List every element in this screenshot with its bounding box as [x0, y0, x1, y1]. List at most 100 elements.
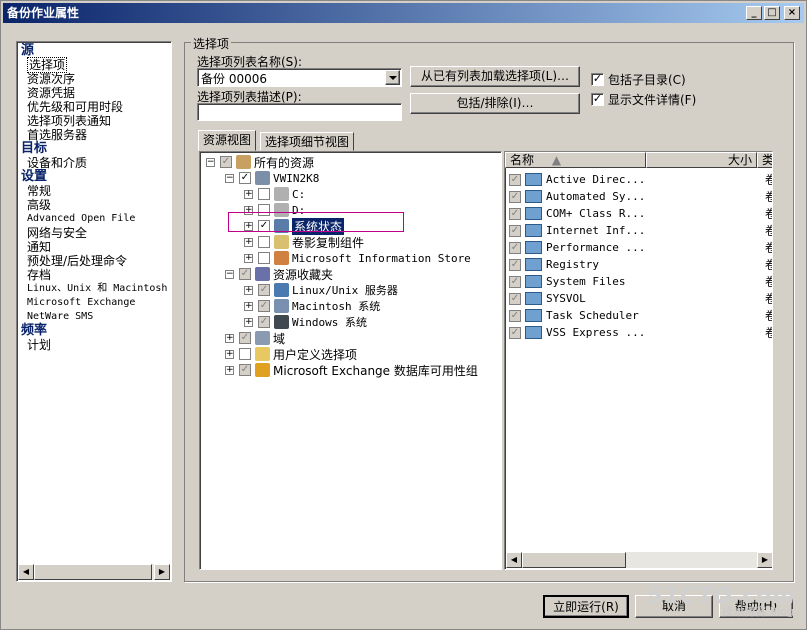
- list-horizontal-scrollbar[interactable]: ◀ ▶: [506, 552, 772, 568]
- list-row[interactable]: ✓ System Files 卷: [509, 273, 772, 290]
- row-checkbox[interactable]: ✓: [509, 241, 521, 254]
- collapse-icon[interactable]: −: [206, 157, 215, 167]
- row-checkbox[interactable]: ✓: [509, 326, 521, 339]
- list-row[interactable]: ✓ Internet Inf... 卷: [509, 222, 772, 239]
- expand-icon[interactable]: +: [244, 189, 253, 199]
- scroll-thumb[interactable]: [34, 564, 152, 580]
- row-checkbox[interactable]: ✓: [509, 173, 521, 186]
- expand-icon[interactable]: +: [244, 253, 253, 263]
- list-row[interactable]: ✓ SYSVOL 卷: [509, 290, 772, 307]
- nav-item[interactable]: NetWare SMS: [21, 310, 171, 324]
- list-row[interactable]: ✓ Active Direc... 卷: [509, 171, 772, 188]
- tree-node-exchange-dag[interactable]: + Microsoft Exchange 数据库可用性组: [225, 362, 478, 378]
- close-button[interactable]: ×: [784, 6, 800, 20]
- row-checkbox[interactable]: ✓: [509, 207, 521, 220]
- collapse-icon[interactable]: −: [225, 269, 234, 279]
- nav-item[interactable]: 优先级和可用时段: [21, 100, 171, 114]
- tree-checkbox[interactable]: [258, 284, 270, 296]
- list-name-combobox[interactable]: 备份 00006: [197, 68, 402, 87]
- scroll-left-button[interactable]: ◀: [506, 552, 522, 568]
- scroll-thumb[interactable]: [522, 552, 626, 568]
- tree-node-favorites[interactable]: − 资源收藏夹: [225, 266, 333, 282]
- run-now-button[interactable]: 立即运行(R): [543, 595, 629, 618]
- nav-item[interactable]: 首选服务器: [21, 128, 171, 142]
- tree-checkbox[interactable]: [239, 332, 251, 344]
- list-row[interactable]: ✓ Registry 卷: [509, 256, 772, 273]
- tree-node-drive-c[interactable]: + C:: [244, 186, 305, 202]
- tree-checkbox[interactable]: [239, 268, 251, 280]
- nav-item[interactable]: 高级: [21, 198, 171, 212]
- tree-node-user-defined[interactable]: + 用户定义选择项: [225, 346, 357, 362]
- nav-item[interactable]: Linux、Unix 和 Macintosh: [21, 282, 171, 296]
- include-exclude-button[interactable]: 包括/排除(I)…: [410, 93, 580, 114]
- list-desc-input[interactable]: [197, 103, 402, 121]
- list-row[interactable]: ✓ Performance ... 卷: [509, 239, 772, 256]
- tree-checkbox[interactable]: [239, 348, 251, 360]
- expand-icon[interactable]: +: [225, 333, 234, 343]
- column-header-size[interactable]: 大小: [646, 152, 757, 168]
- expand-icon[interactable]: +: [244, 237, 253, 247]
- nav-item[interactable]: 计划: [21, 338, 171, 352]
- expand-icon[interactable]: +: [225, 365, 234, 375]
- row-checkbox[interactable]: ✓: [509, 190, 521, 203]
- tree-node-domains[interactable]: + 域: [225, 330, 285, 346]
- tree-checkbox[interactable]: [220, 156, 232, 168]
- nav-item[interactable]: Advanced Open File: [21, 212, 171, 226]
- tree-checkbox[interactable]: [258, 252, 270, 264]
- include-subdirs-check-icon[interactable]: ✓: [591, 73, 604, 86]
- nav-horizontal-scrollbar[interactable]: ◀ ▶: [18, 564, 170, 580]
- nav-item[interactable]: 常规: [21, 184, 171, 198]
- include-subdirs-checkbox[interactable]: ✓ 包括子目录(C): [591, 71, 686, 88]
- tree-checkbox[interactable]: [239, 364, 251, 376]
- show-details-checkbox[interactable]: ✓ 显示文件详情(F): [591, 91, 696, 108]
- row-checkbox[interactable]: ✓: [509, 275, 521, 288]
- nav-item[interactable]: 网络与安全: [21, 226, 171, 240]
- nav-item[interactable]: 选择项列表通知: [21, 114, 171, 128]
- tree-node-info-store[interactable]: + Microsoft Information Store: [244, 250, 471, 266]
- tree-checkbox[interactable]: [258, 188, 270, 200]
- tree-checkbox[interactable]: ✓: [239, 172, 251, 184]
- nav-item[interactable]: 设备和介质: [21, 156, 171, 170]
- list-row[interactable]: ✓ COM+ Class R... 卷: [509, 205, 772, 222]
- list-row[interactable]: ✓ VSS Express ... 卷: [509, 324, 772, 341]
- tree-node-shadow-copy[interactable]: + 卷影复制组件: [244, 234, 364, 250]
- tree-checkbox[interactable]: [258, 236, 270, 248]
- nav-item[interactable]: 预处理/后处理命令: [21, 254, 171, 268]
- scroll-right-button[interactable]: ▶: [154, 564, 170, 580]
- expand-icon[interactable]: +: [244, 301, 253, 311]
- nav-item[interactable]: 资源次序: [21, 72, 171, 86]
- row-checkbox[interactable]: ✓: [509, 292, 521, 305]
- tree-node-all-resources[interactable]: − 所有的资源: [206, 154, 314, 170]
- expand-icon[interactable]: +: [225, 349, 234, 359]
- collapse-icon[interactable]: −: [225, 173, 234, 183]
- list-row[interactable]: ✓ Automated Sy... 卷: [509, 188, 772, 205]
- tree-checkbox[interactable]: [258, 300, 270, 312]
- show-details-check-icon[interactable]: ✓: [591, 93, 604, 106]
- tree-node-mac-systems[interactable]: + Macintosh 系统: [244, 298, 380, 314]
- maximize-button[interactable]: □: [764, 6, 780, 20]
- tree-node-windows-systems[interactable]: + Windows 系统: [244, 314, 367, 330]
- tree-node-unix-servers[interactable]: + Linux/Unix 服务器: [244, 282, 398, 298]
- expand-icon[interactable]: +: [244, 317, 253, 327]
- expand-icon[interactable]: +: [244, 285, 253, 295]
- scroll-right-button[interactable]: ▶: [757, 552, 772, 568]
- nav-item[interactable]: 通知: [21, 240, 171, 254]
- list-row[interactable]: ✓ Task Scheduler 卷: [509, 307, 772, 324]
- tab-selection-detail-view[interactable]: 选择项细节视图: [260, 132, 355, 151]
- column-header-type[interactable]: 类: [757, 152, 772, 168]
- row-checkbox[interactable]: ✓: [509, 224, 521, 237]
- minimize-button[interactable]: _: [746, 6, 762, 20]
- tab-resource-view[interactable]: 资源视图: [198, 130, 257, 151]
- row-checkbox[interactable]: ✓: [509, 309, 521, 322]
- scroll-left-button[interactable]: ◀: [18, 564, 34, 580]
- nav-item[interactable]: Microsoft Exchange: [21, 296, 171, 310]
- row-checkbox[interactable]: ✓: [509, 258, 521, 271]
- column-header-name[interactable]: 名称 ▲: [505, 152, 646, 168]
- tree-checkbox[interactable]: [258, 316, 270, 328]
- dropdown-arrow-icon[interactable]: [385, 70, 400, 85]
- tree-node-host[interactable]: − ✓ VWIN2K8: [225, 170, 319, 186]
- nav-item[interactable]: 选择项: [21, 57, 171, 73]
- load-from-list-button[interactable]: 从已有列表加载选择项(L)…: [410, 66, 580, 87]
- nav-item[interactable]: 资源凭据: [21, 86, 171, 100]
- nav-item[interactable]: 存档: [21, 268, 171, 282]
